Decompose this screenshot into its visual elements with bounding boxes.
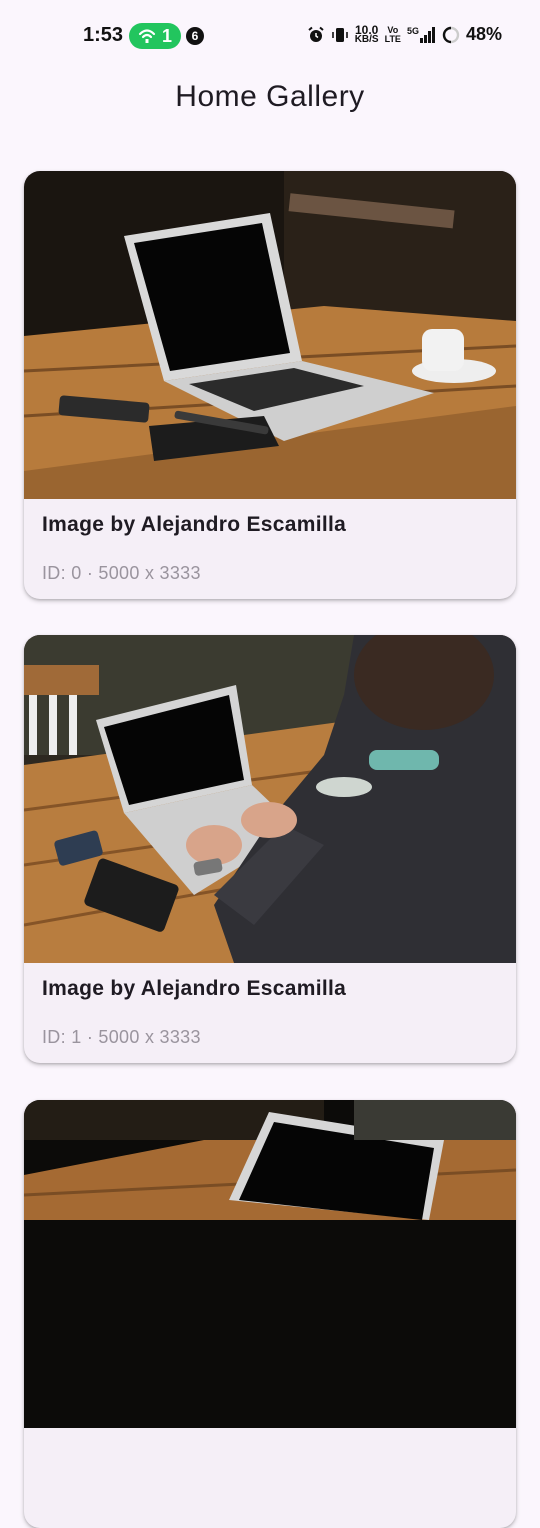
hotspot-count: 1 <box>161 25 172 46</box>
status-icons: 10.0 KB/S Vo LTE 5G 48% <box>307 24 502 45</box>
card-image <box>24 1100 516 1428</box>
card-body <box>24 1428 516 1528</box>
gallery-card[interactable] <box>24 1100 516 1528</box>
battery-level: 48% <box>465 24 502 44</box>
vibrate-icon <box>331 27 348 42</box>
card-meta: ID: 1 · 5000 x 3333 <box>42 1027 201 1047</box>
battery-icon <box>442 26 460 43</box>
status-bar: 1:53 1 6 10.0 KB/S Vo LTE 5G 48% <box>0 0 540 72</box>
volte-bottom: LTE <box>384 33 401 44</box>
card-meta: ID: 0 · 5000 x 3333 <box>42 563 201 583</box>
signal-icon: 5G <box>406 25 436 43</box>
hotspot-indicator[interactable]: 1 <box>129 23 181 49</box>
network-type: 5G <box>406 25 419 36</box>
gallery-card[interactable]: Image by Alejandro Escamilla ID: 1 · 500… <box>24 635 516 1063</box>
card-body: Image by Alejandro Escamilla ID: 1 · 500… <box>24 963 516 1063</box>
card-title: Image by Alejandro Escamilla <box>42 513 347 536</box>
hotspot-icon <box>138 29 156 43</box>
card-image <box>24 171 516 499</box>
volte-indicator: Vo LTE <box>384 25 401 44</box>
card-body: Image by Alejandro Escamilla ID: 0 · 500… <box>24 499 516 599</box>
network-speed: 10.0 KB/S <box>354 24 379 45</box>
alarm-icon <box>308 26 324 42</box>
gallery-card[interactable]: Image by Alejandro Escamilla ID: 0 · 500… <box>24 171 516 599</box>
speed-unit: KB/S <box>354 33 379 45</box>
status-time: 1:53 <box>83 24 124 46</box>
card-image <box>24 635 516 963</box>
page-title: Home Gallery <box>175 80 365 113</box>
card-title: Image by Alejandro Escamilla <box>42 977 347 1000</box>
notification-count-badge: 6 <box>186 27 204 45</box>
